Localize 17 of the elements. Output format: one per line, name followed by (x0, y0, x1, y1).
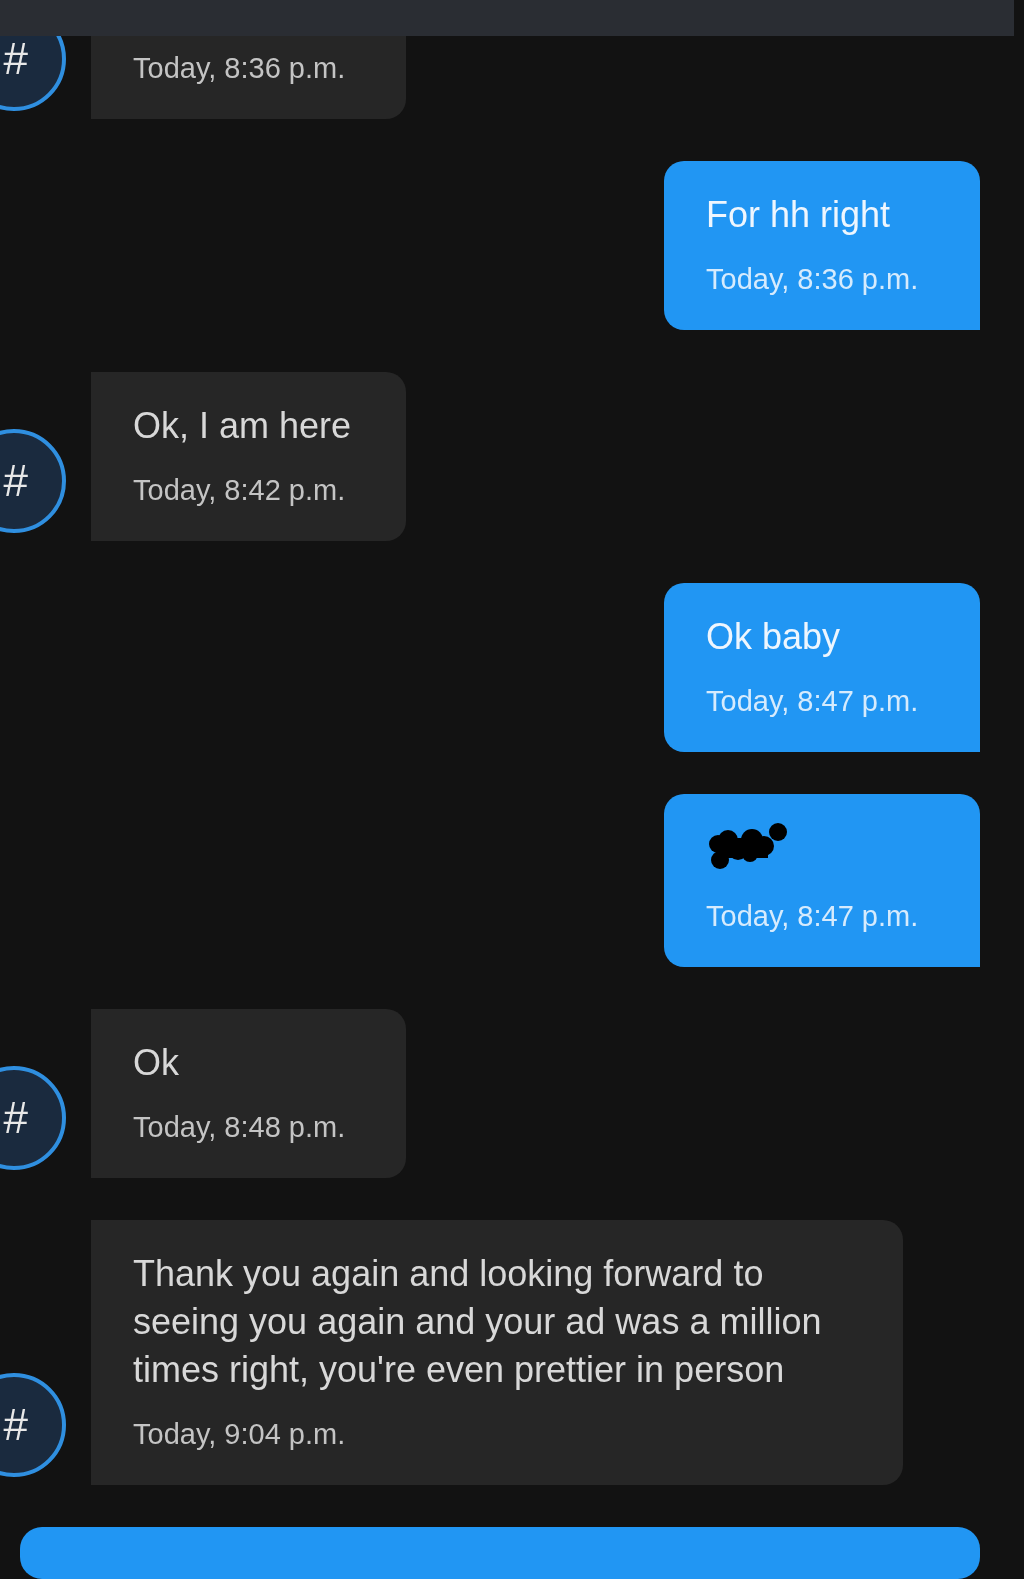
message-text: Thank you again and looking forward to seeing you again and your ad was a million times right, you're even prettier in person (133, 1252, 823, 1392)
timestamp: Today, 8:47 p.m. (706, 899, 920, 934)
message-text: Ok (133, 1041, 180, 1085)
message-text: For hh right (706, 193, 892, 237)
timestamp: Today, 9:04 p.m. (133, 1417, 347, 1452)
compose-bar[interactable] (20, 1527, 980, 1579)
avatar[interactable]: # (0, 36, 66, 111)
avatar[interactable]: # (0, 1373, 66, 1477)
avatar[interactable]: # (0, 429, 66, 533)
message-text: Ok, I am here (133, 404, 353, 448)
avatar[interactable]: # (0, 1066, 66, 1170)
timestamp: Today, 8:47 p.m. (706, 684, 920, 719)
timestamp: Today, 8:36 p.m. (706, 262, 920, 297)
timestamp: Today, 8:42 p.m. (133, 473, 347, 508)
timestamp: Today, 8:48 p.m. (133, 1110, 347, 1145)
timestamp: Today, 8:36 p.m. (133, 51, 347, 86)
message-text: Ok baby (706, 615, 842, 659)
